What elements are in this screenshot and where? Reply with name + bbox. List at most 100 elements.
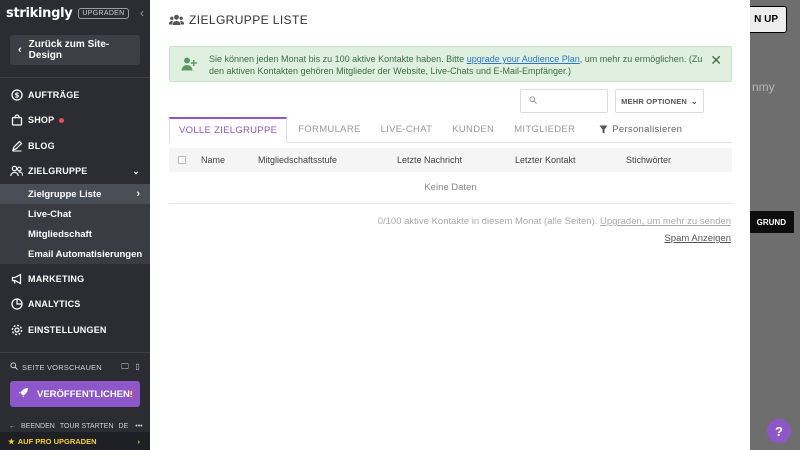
sidebar-divider [0,352,150,353]
sidebar-item-label: AUFTRÄGE [28,89,80,100]
sidebar-item-label: EINSTELLUNGEN [28,324,107,335]
search-field[interactable] [520,89,608,113]
more-dots-icon[interactable]: ••• [135,423,142,430]
subnav-item-label: Live-Chat [28,208,72,220]
tab-label: LIVE-CHAT [380,124,433,135]
select-all-checkbox[interactable] [178,156,186,164]
start-tour-link[interactable]: TOUR STARTEN [60,423,114,430]
audience-subnav: Zielgruppe Liste › Live-Chat Mitgliedsch… [0,184,150,264]
tab-label: KUNDEN [452,124,495,135]
upgrade-audience-plan-link[interactable]: upgrade your Audience Plan [467,54,580,64]
chevron-right-icon: › [137,436,141,446]
sidebar-nav: $ AUFTRÄGE SHOP BLOG ZIELGRUPPE ⌄ [0,82,150,184]
active-contacts-text: 0/100 aktive Kontakte in diesem Monat (a… [377,216,601,227]
more-options-button[interactable]: MEHR OPTIONEN ⌄ [615,89,704,113]
language-link[interactable]: DE [119,423,129,430]
collapse-sidebar-icon[interactable]: ‹ [140,6,144,20]
device-icons: 🖵 ▯ [121,362,140,372]
upgrade-badge[interactable]: UPGRADEN [78,7,129,19]
sidebar-item-label: MARKETING [28,273,85,284]
sidebar-item-label: BLOG [28,140,55,151]
back-button-label: Zurück zum Site-Design [28,39,110,61]
subnav-item-label: Email Automatisierungen [28,248,143,260]
star-icon: ★ [8,436,15,446]
sidebar-item-settings[interactable]: EINSTELLUNGEN [0,317,150,343]
subnav-item-email-automation[interactable]: Email Automatisierungen [0,244,150,264]
audience-table: Name Mitgliedschaftsstufe Letzte Nachric… [169,148,732,204]
sidebar-header: strikingly UPGRADEN ‹ [0,0,150,26]
tab-full-audience[interactable]: VOLLE ZIELGRUPPE [169,117,288,143]
publish-label: VERÖFFENTLICHEN [37,388,130,400]
tab-members[interactable]: MITGLIEDER [505,117,584,142]
chevron-down-icon: ⌄ [132,165,140,176]
audience-list-panel: ZIELGRUPPE LISTE Sie können jeden Monat … [150,0,750,450]
preview-label[interactable]: SEITE VORSCHAUEN [22,363,102,372]
subnav-item-label: Zielgruppe Liste [28,188,102,200]
user-add-icon [181,57,197,74]
search-input[interactable] [541,96,607,106]
upgrade-to-send-more-link[interactable]: Upgraden, um mehr zu senden [600,216,731,227]
tab-live-chat[interactable]: LIVE-CHAT [372,117,442,142]
chevron-right-icon: › [136,188,140,200]
preview-site-row[interactable]: SEITE VORSCHAUEN 🖵 ▯ [0,359,150,375]
megaphone-icon [10,272,23,285]
tab-forms[interactable]: FORMULARE [289,117,369,142]
sidebar-nav-secondary: MARKETING ANALYTICS EINSTELLUNGEN [0,266,150,343]
tab-label: FORMULARE [298,124,361,135]
subnav-item-label: Mitgliedschaft [28,228,92,240]
search-icon [10,362,18,372]
subnav-item-membership[interactable]: Mitgliedschaft [0,224,150,244]
gear-icon [10,323,23,336]
site-preview-text: nmy [752,80,775,94]
exit-link[interactable]: BEENDEN [21,423,55,430]
sidebar-divider [0,77,150,78]
filter-icon [599,125,608,134]
sidebar-item-label: SHOP [28,115,55,126]
mobile-icon[interactable]: ▯ [135,362,140,371]
rocket-icon [18,387,29,401]
column-header-last-message[interactable]: Letzte Nachricht [397,155,515,165]
tab-personalize[interactable]: Personalisieren [590,117,691,142]
subnav-item-audience-list[interactable]: Zielgruppe Liste › [0,184,150,204]
column-header-name[interactable]: Name [201,155,258,165]
sidebar-bottom: SEITE VORSCHAUEN 🖵 ▯ VERÖFFENTLICHEN ! ←… [0,352,150,432]
alert-message: Sie können jeden Monat bis zu 100 aktive… [209,53,709,77]
audience-tabs: VOLLE ZIELGRUPPE FORMULARE LIVE-CHAT KUN… [169,117,732,143]
tab-customers[interactable]: KUNDEN [443,117,503,142]
desktop-icon[interactable]: 🖵 [121,362,129,371]
panel-header: ZIELGRUPPE LISTE [150,0,750,40]
subnav-item-live-chat[interactable]: Live-Chat [0,204,150,224]
sidebar-item-shop[interactable]: SHOP [0,108,150,134]
search-icon [529,96,537,106]
close-icon[interactable]: ✕ [710,53,722,67]
sidebar-item-label: ANALYTICS [28,299,81,310]
help-button[interactable]: ? [767,419,791,443]
active-contacts-status: 0/100 aktive Kontakte in diesem Monat (a… [378,216,731,227]
users-icon [10,165,23,178]
sidebar-item-audience[interactable]: ZIELGRUPPE ⌄ [0,159,150,185]
publish-button[interactable]: VERÖFFENTLICHEN ! [10,381,140,407]
column-header-last-contact[interactable]: Letzter Kontakt [515,155,626,165]
warning-icon: ! [129,389,133,399]
sidebar-item-blog[interactable]: BLOG [0,133,150,159]
pie-chart-icon [10,298,23,311]
sidebar: strikingly UPGRADEN ‹ ‹ Zurück zum Site-… [0,0,150,450]
pen-icon [10,139,23,152]
sidebar-item-orders[interactable]: $ AUFTRÄGE [0,82,150,108]
empty-state-text: Keine Daten [424,182,477,193]
chevron-down-icon: ⌄ [691,96,698,106]
tab-label: MITGLIEDER [514,124,576,135]
sidebar-item-marketing[interactable]: MARKETING [0,266,150,292]
upgrade-to-pro-button[interactable]: ★ AUF PRO UPGRADEN › [0,432,150,450]
column-header-membership-level[interactable]: Mitgliedschaftsstufe [258,155,397,165]
show-spam-link[interactable]: Spam Anzeigen [664,233,731,244]
exit-arrow-icon: ← [9,422,16,430]
column-header-tags[interactable]: Stichwörter [626,155,671,165]
sidebar-item-label: ZIELGRUPPE [28,166,88,177]
tab-label: VOLLE ZIELGRUPPE [179,125,278,136]
sidebar-item-analytics[interactable]: ANALYTICS [0,292,150,318]
shopping-bag-icon [10,114,23,127]
strikingly-logo[interactable]: strikingly [6,6,73,21]
upgrade-pro-label: AUF PRO UPGRADEN [17,436,97,446]
back-to-site-design-button[interactable]: ‹ Zurück zum Site-Design [10,35,140,65]
